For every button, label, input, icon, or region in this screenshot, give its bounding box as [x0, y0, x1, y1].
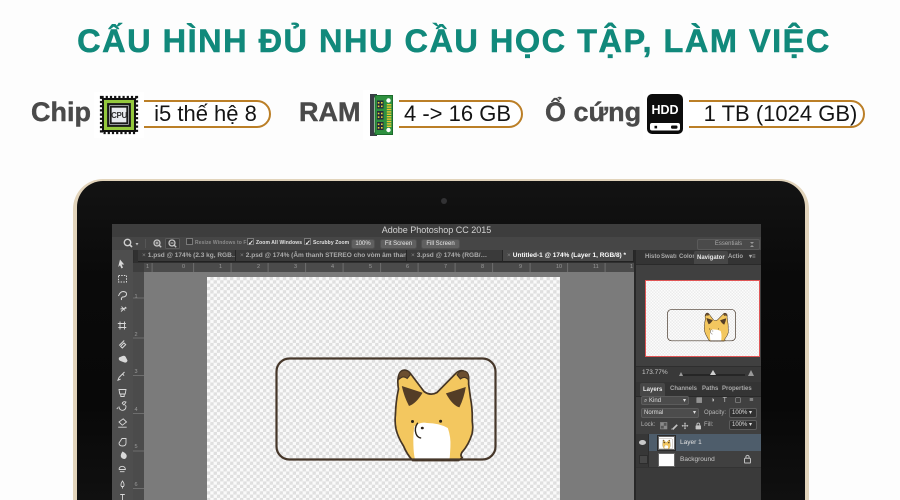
- svg-text:HDD: HDD: [651, 103, 678, 117]
- svg-text:CPU: CPU: [111, 111, 127, 120]
